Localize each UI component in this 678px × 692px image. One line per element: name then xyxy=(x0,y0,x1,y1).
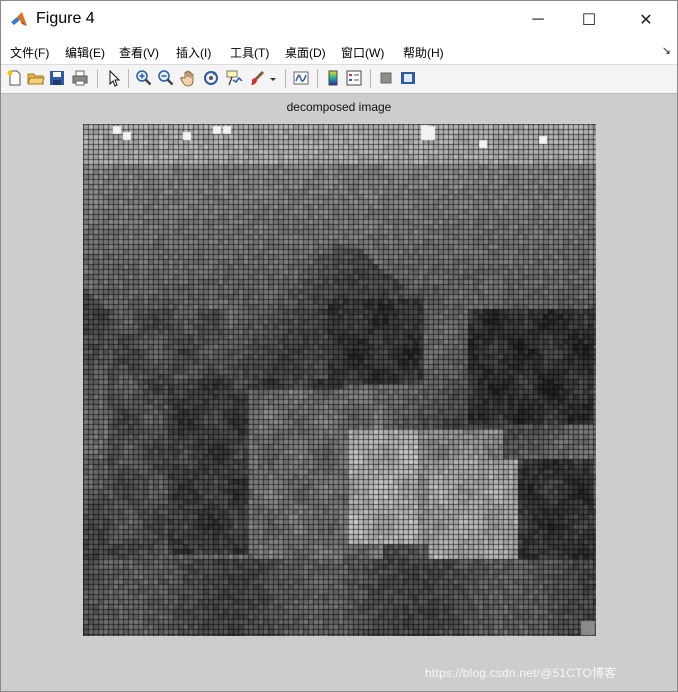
matlab-logo-icon xyxy=(10,11,28,29)
toolbar-separator xyxy=(285,69,286,88)
brush-icon[interactable] xyxy=(248,69,266,87)
toolbar-separator xyxy=(317,69,318,88)
toolbar-separator xyxy=(370,69,371,88)
title-bar[interactable]: Figure 4 ─ ☐ ✕ xyxy=(1,1,677,39)
menu-window[interactable]: 窗口(W) xyxy=(341,44,384,61)
toolbar-separator xyxy=(128,69,129,88)
menu-file[interactable]: 文件(F) xyxy=(10,44,49,61)
dock-figure-icon[interactable]: ↘ xyxy=(662,44,671,57)
zoom-in-icon[interactable] xyxy=(135,69,153,87)
menu-desktop[interactable]: 桌面(D) xyxy=(285,44,326,61)
image-canvas xyxy=(83,124,596,636)
menu-view[interactable]: 查看(V) xyxy=(119,44,159,61)
save-icon[interactable] xyxy=(48,69,66,87)
new-figure-icon[interactable] xyxy=(6,69,24,87)
watermark-text: https://blog.csdn.net/@51CTO博客 xyxy=(425,666,617,680)
pointer-icon[interactable] xyxy=(105,69,123,87)
maximize-button[interactable]: ☐ xyxy=(566,1,612,39)
menu-edit[interactable]: 编辑(E) xyxy=(65,44,105,61)
menu-help[interactable]: 帮助(H) xyxy=(403,44,444,61)
open-file-icon[interactable] xyxy=(27,69,45,87)
menu-bar: 文件(F) 编辑(E) 查看(V) 插入(I) 工具(T) 桌面(D) 窗口(W… xyxy=(1,39,677,64)
colorbar-icon[interactable] xyxy=(324,69,342,87)
axes-title: decomposed image xyxy=(286,100,392,114)
window-title: Figure 4 xyxy=(36,10,95,27)
show-plot-tools-icon[interactable] xyxy=(399,69,417,87)
data-cursor-icon[interactable] xyxy=(225,69,243,87)
menu-tools[interactable]: 工具(T) xyxy=(230,44,269,61)
minimize-button[interactable]: ─ xyxy=(515,1,561,39)
brush-dropdown-icon[interactable] xyxy=(268,69,278,87)
figure-toolbar xyxy=(1,64,677,94)
print-icon[interactable] xyxy=(71,69,89,87)
pan-hand-icon[interactable] xyxy=(180,69,198,87)
menu-insert[interactable]: 插入(I) xyxy=(176,44,211,61)
toolbar-separator xyxy=(97,69,98,88)
figure-window: Figure 4 ─ ☐ ✕ 文件(F) 编辑(E) 查看(V) 插入(I) 工… xyxy=(0,0,678,692)
rotate-3d-icon[interactable] xyxy=(202,69,220,87)
link-plot-icon[interactable] xyxy=(292,69,310,87)
hide-plot-tools-icon[interactable] xyxy=(377,69,395,87)
legend-icon[interactable] xyxy=(345,69,363,87)
close-button[interactable]: ✕ xyxy=(623,1,669,39)
zoom-out-icon[interactable] xyxy=(157,69,175,87)
decomposed-image xyxy=(83,124,596,636)
